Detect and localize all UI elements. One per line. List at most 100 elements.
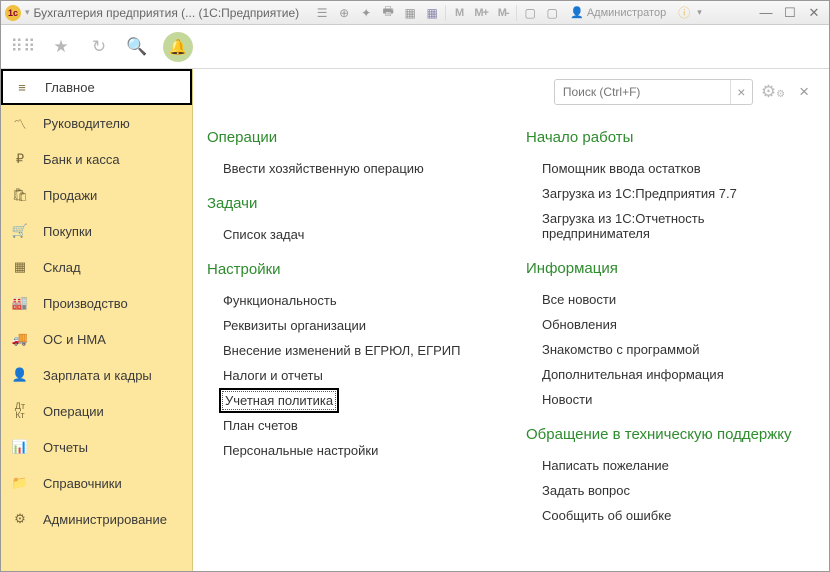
link-egrul[interactable]: Внесение изменений в ЕГРЮЛ, ЕГРИП — [207, 338, 496, 363]
link-balance-assistant[interactable]: Помощник ввода остатков — [526, 156, 815, 181]
link-updates[interactable]: Обновления — [526, 312, 815, 337]
cart-icon: 🛒 — [11, 223, 29, 239]
sidebar-item-payroll[interactable]: 👤 Зарплата и кадры — [1, 357, 192, 393]
link-news[interactable]: Новости — [526, 387, 815, 412]
toolbar-secondary: ⠿⠿ ★ ↻ 🔍 🔔 — [1, 25, 829, 69]
boxes-icon: ▦ — [11, 259, 29, 275]
toolbar-icon-10[interactable]: ▢ — [543, 4, 561, 22]
bell-icon[interactable]: 🔔 — [163, 32, 193, 62]
star-icon[interactable]: ★ — [49, 35, 73, 59]
sidebar-item-production[interactable]: 🏭 Производство — [1, 285, 192, 321]
bag-icon: 🛍 — [11, 187, 29, 203]
toolbar-icon-2[interactable]: ⊕ — [335, 4, 353, 22]
link-load-77[interactable]: Загрузка из 1С:Предприятия 7.7 — [526, 181, 815, 206]
close-button[interactable]: ✕ — [803, 4, 825, 22]
folder-icon: 📁 — [11, 475, 29, 491]
link-task-list[interactable]: Список задач — [207, 222, 496, 247]
person-icon: 👤 — [11, 367, 29, 383]
settings-gear-icon[interactable]: ⚙⚙ — [761, 82, 785, 102]
link-all-news[interactable]: Все новости — [526, 287, 815, 312]
search-box: × — [554, 79, 753, 105]
toolbar-icon-1[interactable]: ☰ — [313, 4, 331, 22]
ruble-icon: ₽ — [11, 151, 29, 167]
dtkt-icon: ДтКт — [11, 402, 29, 420]
link-load-reporting[interactable]: Загрузка из 1С:Отчетность предпринимател… — [526, 206, 815, 246]
history-icon[interactable]: ↻ — [87, 35, 111, 59]
sidebar-item-directories[interactable]: 📁 Справочники — [1, 465, 192, 501]
sidebar-item-reports[interactable]: 📊 Отчеты — [1, 429, 192, 465]
apps-icon[interactable]: ⠿⠿ — [11, 35, 35, 59]
sidebar-item-label: Отчеты — [43, 440, 88, 455]
left-column: Операции Ввести хозяйственную операцию З… — [207, 123, 496, 528]
sidebar-item-label: Главное — [45, 80, 95, 95]
link-taxes[interactable]: Налоги и отчеты — [207, 363, 496, 388]
sidebar-item-main[interactable]: ≡ Главное — [1, 69, 192, 105]
right-column: Начало работы Помощник ввода остатков За… — [526, 123, 815, 528]
sidebar-item-bank[interactable]: ₽ Банк и касса — [1, 141, 192, 177]
link-additional-info[interactable]: Дополнительная информация — [526, 362, 815, 387]
search-clear-button[interactable]: × — [730, 80, 752, 104]
sidebar-item-warehouse[interactable]: ▦ Склад — [1, 249, 192, 285]
sidebar-item-label: Производство — [43, 296, 128, 311]
sidebar-item-label: Руководителю — [43, 116, 130, 131]
content-columns: Операции Ввести хозяйственную операцию З… — [207, 123, 815, 528]
separator — [516, 5, 517, 21]
sidebar-item-sales[interactable]: 🛍 Продажи — [1, 177, 192, 213]
toolbar-icon-9[interactable]: ▢ — [521, 4, 539, 22]
toolbar-icon-3[interactable]: ✦ — [357, 4, 375, 22]
dropdown-icon[interactable]: ▾ — [697, 7, 702, 18]
link-enter-operation[interactable]: Ввести хозяйственную операцию — [207, 156, 496, 181]
memory-m-minus[interactable]: M- — [494, 4, 512, 22]
main-area: ≡ Главное 〽 Руководителю ₽ Банк и касса … — [1, 69, 829, 571]
section-start[interactable]: Начало работы — [526, 129, 815, 146]
link-accounting-policy[interactable]: Учетная политика — [219, 388, 339, 413]
sidebar-item-label: Покупки — [43, 224, 92, 239]
calendar-icon[interactable]: ▦ — [423, 4, 441, 22]
menu-icon: ≡ — [13, 80, 31, 95]
sidebar-item-manager[interactable]: 〽 Руководителю — [1, 105, 192, 141]
sidebar-item-admin[interactable]: ⚙ Администрирование — [1, 501, 192, 537]
maximize-button[interactable]: ☐ — [779, 4, 801, 22]
link-functionality[interactable]: Функциональность — [207, 288, 496, 313]
memory-m-plus[interactable]: M+ — [472, 4, 490, 22]
factory-icon: 🏭 — [11, 295, 29, 311]
search-icon[interactable]: 🔍 — [125, 35, 149, 59]
truck-icon: 🚚 — [11, 331, 29, 347]
section-settings[interactable]: Настройки — [207, 261, 496, 278]
info-icon[interactable]: ⓘ — [675, 4, 693, 22]
link-report-error[interactable]: Сообщить об ошибке — [526, 503, 815, 528]
bars-icon: 📊 — [11, 439, 29, 455]
app-icon: 1c — [5, 5, 21, 21]
search-input[interactable] — [555, 80, 730, 104]
sidebar-item-assets[interactable]: 🚚 ОС и НМА — [1, 321, 192, 357]
memory-m[interactable]: M — [450, 4, 468, 22]
section-operations[interactable]: Операции — [207, 129, 496, 146]
sidebar: ≡ Главное 〽 Руководителю ₽ Банк и касса … — [1, 69, 193, 571]
user-menu[interactable]: 👤 Администратор — [565, 6, 671, 19]
section-support[interactable]: Обращение в техническую поддержку — [526, 426, 815, 443]
gear-icon: ⚙ — [11, 511, 29, 527]
link-intro[interactable]: Знакомство с программой — [526, 337, 815, 362]
user-name: Администратор — [587, 7, 666, 19]
section-info[interactable]: Информация — [526, 260, 815, 277]
link-write-wish[interactable]: Написать пожелание — [526, 453, 815, 478]
sidebar-item-purchases[interactable]: 🛒 Покупки — [1, 213, 192, 249]
link-personal-settings[interactable]: Персональные настройки — [207, 438, 496, 463]
minimize-button[interactable]: — — [755, 4, 777, 22]
sidebar-item-label: ОС и НМА — [43, 332, 106, 347]
sidebar-item-label: Администрирование — [43, 512, 167, 527]
sidebar-item-label: Склад — [43, 260, 81, 275]
dropdown-icon[interactable]: ▾ — [25, 7, 30, 18]
print-icon[interactable]: 🖶 — [379, 4, 397, 22]
close-panel-button[interactable]: × — [793, 82, 815, 102]
link-chart-of-accounts[interactable]: План счетов — [207, 413, 496, 438]
user-icon: 👤 — [570, 6, 584, 19]
section-tasks[interactable]: Задачи — [207, 195, 496, 212]
sidebar-item-label: Операции — [43, 404, 104, 419]
link-org-details[interactable]: Реквизиты организации — [207, 313, 496, 338]
content-toolbar: × ⚙⚙ × — [207, 75, 815, 109]
sidebar-item-operations[interactable]: ДтКт Операции — [1, 393, 192, 429]
separator — [445, 5, 446, 21]
toolbar-icon-5[interactable]: ▦ — [401, 4, 419, 22]
link-ask-question[interactable]: Задать вопрос — [526, 478, 815, 503]
